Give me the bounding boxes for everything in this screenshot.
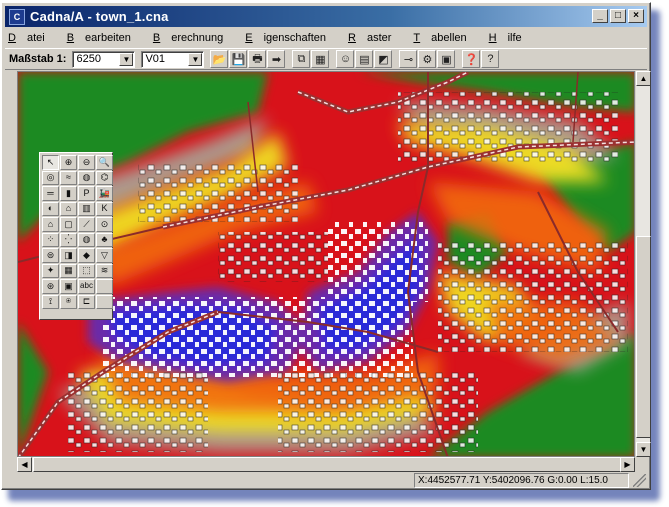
text-abc-icon[interactable]: abc [78,279,95,294]
pushpin-icon[interactable]: ⊸ [399,50,418,68]
zoom-in-icon[interactable]: ⊕ [60,155,77,170]
variant-combobox[interactable]: V01 ▼ [141,50,205,68]
vertical-scrollbar[interactable]: ▲ ▼ [635,71,651,457]
point-source-icon[interactable]: ◎ [42,170,59,185]
chevron-down-icon[interactable]: ▼ [119,52,134,66]
scroll-down-icon[interactable]: ▼ [636,442,651,457]
menu-bar: Datei Bearbeiten Berechnung Eigenschafte… [5,29,647,47]
3d-box-icon[interactable]: ◨ [60,248,77,263]
tree-icon[interactable]: ♣ [96,232,113,247]
scroll-up-icon[interactable]: ▲ [636,71,651,86]
resize-grip-icon[interactable] [633,474,646,487]
area-source-icon[interactable]: ◍ [78,170,95,185]
variant-value: V01 [145,53,166,65]
k-factor-icon[interactable]: K [96,201,113,216]
polygon-icon[interactable]: ⬚ [78,263,95,278]
status-bar: X:4452577.71 Y:5402096.76 G:0.00 L:15.0 [5,473,647,488]
receiver-icon[interactable]: ✦ [42,263,59,278]
scale-label: Maßstab 1: [9,53,67,65]
maximize-button[interactable]: □ [610,9,626,23]
ground-absorption-icon[interactable]: ◍ [78,232,95,247]
copy-icon[interactable]: ⧉ [292,50,311,68]
open-folder-icon[interactable]: 📂 [210,50,229,68]
cylinder-icon[interactable]: ⊙ [96,217,113,232]
table-icon[interactable]: ▦ [311,50,330,68]
railway-icon[interactable]: 🚂 [96,186,113,201]
title-bar[interactable]: C Cadna/A - town_1.cna _ □ × [5,6,647,27]
line-source-icon[interactable]: ≈ [60,170,77,185]
menu-tabellen[interactable]: Tabellen [413,32,477,44]
leaf-area-icon[interactable]: ◆ [78,248,95,263]
close-button[interactable]: × [628,9,644,23]
industry-icon[interactable]: ⌂ [60,201,77,216]
toolbar-buttons: 📂 💾 🖶 ➡ ⧉ ▦ ☺ ▤ ◩ ⊸ ⚙ ▣ ❓? [210,50,500,68]
minimize-button[interactable]: _ [592,9,608,23]
menu-hilfe[interactable]: Hilfe [489,32,533,44]
context-help-icon[interactable]: ❓ [462,50,481,68]
help-icon[interactable]: ? [481,50,500,68]
horizontal-scrollbar[interactable]: ◀ ▶ [17,457,635,472]
scroll-left-icon[interactable]: ◀ [17,457,32,472]
vertical-scroll-thumb[interactable] [636,236,651,438]
noise-map-canvas[interactable]: ↖ ⊕ ⊖ 🔍 ◎ ≈ ◍ ⌬ ═ ▮ P 🚂 ◐ ⌂ ▥ K ⌂ ▢ ⟋ ⊙ ⁘ ⁛ ◍ ♣ ⊜ ◨ ◆ ▽ ✦ ▦ ⬚ ≋ ⊛ ▣ abc ⟟ ⍟ ⊏ [17,71,635,457]
grid-calculation-icon[interactable]: ▦ [60,263,77,278]
layers-icon[interactable]: ▣ [437,50,456,68]
zoom-out-icon[interactable]: ⊖ [78,155,95,170]
globe-icon[interactable]: ⊛ [42,279,59,294]
dropdown-triangle-icon[interactable]: ▽ [96,248,113,263]
scale-value: 6250 [76,53,101,65]
layer-icon[interactable]: ⊜ [42,248,59,263]
tool-palette: ↖ ⊕ ⊖ 🔍 ◎ ≈ ◍ ⌬ ═ ▮ P 🚂 ◐ ⌂ ▥ K ⌂ ▢ ⟋ ⊙ ⁘ ⁛ ◍ ♣ ⊜ ◨ ◆ ▽ ✦ ▦ ⬚ ≋ ⊛ ▣ abc ⟟ ⍟ ⊏ [39,152,113,320]
menu-datei[interactable]: Datei [8,32,56,44]
main-toolbar: Maßstab 1: 6250 ▼ V01 ▼ 📂 💾 🖶 ➡ ⧉ ▦ ☺ ▤ ◩ ⊸ ⚙ ▣ ❓? [5,48,647,70]
traffic-light-icon[interactable]: ▮ [60,186,77,201]
dots-grid-icon[interactable]: ⁘ [42,232,59,247]
pointer-arrow-icon[interactable]: ↖ [42,155,59,170]
building-outline-icon[interactable]: ▢ [60,217,77,232]
grid-map-icon[interactable]: ◩ [374,50,393,68]
application-window: C Cadna/A - town_1.cna _ □ × Datei Bearb… [1,2,651,490]
window-controls: _ □ × [590,9,644,23]
settings-icon[interactable]: ⚙ [418,50,437,68]
zoom-window-icon[interactable]: 🔍 [96,155,113,170]
horizontal-scroll-thumb[interactable] [33,457,621,472]
blank-tool-2-icon[interactable] [96,294,113,309]
smiley-icon[interactable]: ☺ [336,50,355,68]
symbol-icon[interactable]: ⍟ [60,294,77,309]
window-title: Cadna/A - town_1.cna [30,9,169,24]
scatter-icon[interactable]: ⁛ [60,232,77,247]
menu-berechnung[interactable]: Berechnung [153,32,234,44]
print-icon[interactable]: 🖶 [248,50,267,68]
menu-eigenschaften[interactable]: Eigenschaften [245,32,337,44]
tennis-icon[interactable]: ◐ [42,201,59,216]
menu-bearbeiten[interactable]: Bearbeiten [67,32,142,44]
scale-combobox[interactable]: 6250 ▼ [72,50,136,68]
label-icon[interactable]: ⊏ [78,294,95,309]
contour-line-icon[interactable]: ≋ [96,263,113,278]
bridge-icon[interactable]: ⟋ [78,217,95,232]
save-icon[interactable]: 💾 [229,50,248,68]
menu-raster[interactable]: Raster [348,32,402,44]
barrier-icon[interactable]: ▥ [78,201,95,216]
scroll-right-icon[interactable]: ▶ [620,457,635,472]
parking-lot-icon[interactable]: P [78,186,95,201]
cadna-app-icon[interactable]: C [9,8,25,25]
bitmap-icon[interactable]: ▣ [60,279,77,294]
coordinate-readout: X:4452577.71 Y:5402096.76 G:0.00 L:15.0 [414,473,629,488]
building-icon[interactable]: ⌂ [42,217,59,232]
calculator-icon[interactable]: ▤ [355,50,374,68]
chevron-down-icon[interactable]: ▼ [188,52,203,66]
blank-tool-icon[interactable] [96,279,113,294]
measure-icon[interactable]: ⟟ [42,294,59,309]
vertical-area-icon[interactable]: ⌬ [96,170,113,185]
road-icon[interactable]: ═ [42,186,59,201]
export-arrow-icon[interactable]: ➡ [267,50,286,68]
